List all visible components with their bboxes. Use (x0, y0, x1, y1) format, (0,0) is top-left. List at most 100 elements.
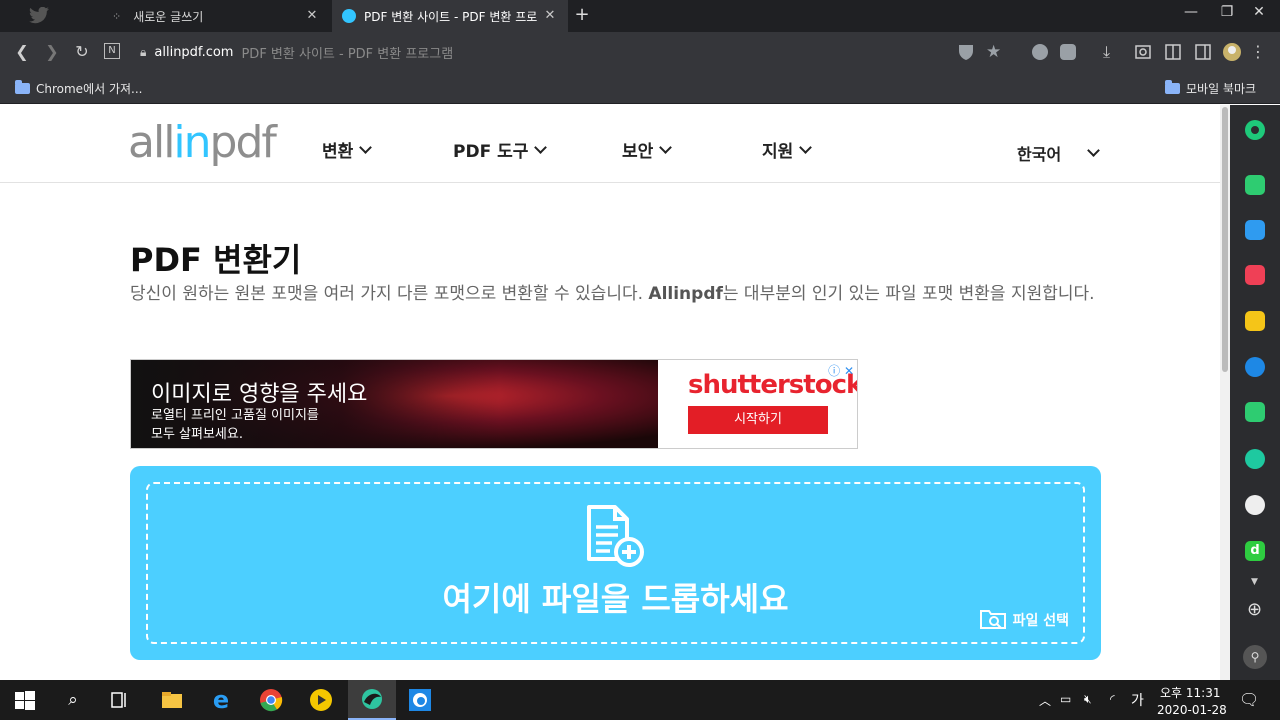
advertisement-banner[interactable]: 이미지로 영향을 주세요 로열티 프리인 고품질 이미지를모두 살펴보세요. s… (130, 359, 858, 449)
ad-subtext-line: 모두 살펴보세요. (151, 427, 243, 442)
tab-new-post[interactable]: ⁘ 새로운 글쓰기 ✕ (96, 0, 330, 32)
star-icon[interactable]: ★ (986, 42, 1006, 62)
bookmark-folder-chrome[interactable]: Chrome에서 가져... (15, 80, 143, 97)
back-button[interactable]: ❮ (11, 41, 33, 63)
clock-time[interactable]: 오후 11:31 (1160, 684, 1220, 701)
chrome-icon[interactable] (259, 688, 283, 712)
minimize-button[interactable]: — (1176, 4, 1206, 20)
address-bar[interactable]: 🔒︎ allinpdf.com PDF 변환 사이트 - PDF 변환 프로그램 (140, 40, 453, 64)
search-icon[interactable]: ⌕ (61, 688, 85, 712)
allinpdf-favicon-icon (342, 9, 356, 23)
tab-allinpdf[interactable]: PDF 변환 사이트 - PDF 변환 프로 ✕ (332, 0, 568, 32)
page-title: PDF 변환기 (130, 241, 302, 279)
character-icon[interactable] (1245, 495, 1265, 515)
play-icon[interactable] (1245, 449, 1265, 469)
calendar-icon[interactable] (1245, 220, 1265, 240)
chevron-down-icon (659, 140, 673, 154)
add-file-icon (585, 503, 647, 569)
bookmark-folder-mobile[interactable]: 모바일 북마크 (1165, 80, 1256, 97)
forward-button[interactable]: ❯ (41, 41, 63, 63)
scrollbar-thumb[interactable] (1222, 107, 1228, 372)
dict-icon[interactable]: d (1245, 541, 1265, 561)
memo-icon[interactable] (1245, 402, 1265, 422)
close-window-button[interactable]: ✕ (1244, 4, 1274, 20)
chevron-down-icon (534, 140, 548, 154)
nav-label: 지원 (762, 142, 794, 162)
windows-taskbar: ⌕ e ︿ ▭ 🔇︎ ◜ 가 오후 11:31 2020-01-28 🗨︎ (0, 680, 1280, 720)
ime-indicator[interactable]: 가 (1131, 690, 1144, 710)
browser-toolbar: ❮ ❯ ↻ N 🔒︎ allinpdf.com PDF 변환 사이트 - PDF… (0, 32, 1280, 72)
pin-icon[interactable]: ⚲ (1243, 645, 1267, 669)
file-select-button[interactable]: 파일 선택 (979, 606, 1069, 634)
whale-browser-icon (362, 689, 382, 709)
ad-brand-panel: shutterstock 시작하기 ⓘ ✕ (658, 360, 857, 448)
wifi-icon[interactable]: ◜ (1110, 692, 1115, 706)
tab-strip: ⁘ 새로운 글쓰기 ✕ PDF 변환 사이트 - PDF 변환 프로 ✕ + —… (0, 0, 1280, 32)
reader-icon[interactable] (1163, 42, 1183, 62)
ad-headline: 이미지로 영향을 주세요 (151, 382, 368, 407)
allinpdf-logo[interactable]: allinpdf (128, 117, 277, 168)
pocket-icon[interactable] (1245, 265, 1265, 285)
ad-start-button[interactable]: 시작하기 (688, 406, 828, 434)
share-icon[interactable] (1030, 42, 1050, 62)
ad-subtext: 로열티 프리인 고품질 이미지를모두 살펴보세요. (151, 406, 319, 444)
windows-start-icon[interactable] (13, 688, 37, 712)
description-text: 는 대부분의 인기 있는 파일 포맷 변환을 지원합니다. (722, 284, 1095, 304)
language-select[interactable]: 한국어 (1017, 141, 1101, 165)
dropzone-text: 여기에 파일을 드롭하세요 (442, 580, 789, 618)
nav-convert[interactable]: 변환 (322, 137, 373, 162)
description-text: 당신이 원하는 원본 포맷을 여러 가지 다른 포맷으로 변환할 수 있습니다. (130, 284, 649, 304)
whale-icon[interactable] (1245, 120, 1265, 140)
page-title-text: PDF 변환 사이트 - PDF 변환 프로그램 (241, 46, 454, 62)
nav-support[interactable]: 지원 (762, 137, 813, 162)
tray-up-arrow[interactable]: ︿ (1039, 692, 1051, 709)
extension-icon[interactable] (1058, 42, 1078, 62)
page-scrollbar[interactable] (1220, 105, 1230, 680)
ad-subtext-line: 로열티 프리인 고품질 이미지를 (151, 408, 319, 423)
edge-icon[interactable] (408, 688, 432, 712)
logo-text: in (173, 117, 211, 168)
chevron-down-icon (1087, 144, 1101, 157)
internet-explorer-icon[interactable]: e (209, 688, 233, 712)
nav-label: 보안 (622, 142, 654, 162)
bookmark-star-icon[interactable] (1245, 311, 1265, 331)
restore-button[interactable]: ❐ (1212, 4, 1242, 20)
tistory-icon: ⁘ (112, 9, 122, 23)
close-icon[interactable]: ✕ (542, 8, 558, 23)
browser-sidebar: d ▼ ⊕ ⚲ (1230, 105, 1280, 680)
whale-taskbar-active[interactable] (348, 680, 396, 720)
twitter-icon[interactable] (28, 6, 50, 25)
logo-text: all (128, 117, 175, 168)
task-view-icon[interactable] (108, 688, 132, 712)
bell-icon[interactable] (1245, 175, 1265, 195)
clock-date[interactable]: 2020-01-28 (1157, 703, 1227, 717)
ad-close-icon[interactable]: ⓘ ✕ (828, 362, 854, 379)
sidebar-toggle-icon[interactable] (1193, 42, 1213, 62)
bookmarks-bar: Chrome에서 가져... 모바일 북마크 (0, 72, 1280, 104)
menu-icon[interactable]: ⋮ (1250, 42, 1270, 62)
nav-pdf-tools[interactable]: PDF 도구 (453, 137, 548, 162)
nav-security[interactable]: 보안 (622, 137, 673, 162)
bookmark-label: Chrome에서 가져... (36, 82, 143, 96)
folder-search-icon (979, 606, 1009, 634)
battery-icon[interactable]: ▭ (1060, 692, 1071, 706)
expand-icon[interactable]: ▼ (1251, 577, 1258, 587)
download-icon[interactable]: ⤓ (1103, 42, 1123, 62)
naver-icon[interactable]: N (104, 43, 120, 59)
close-icon[interactable]: ✕ (304, 8, 320, 23)
chevron-down-icon (359, 140, 373, 154)
bookmark-label: 모바일 북마크 (1186, 82, 1257, 96)
folder-icon (1165, 80, 1180, 94)
translate-icon[interactable] (1245, 357, 1265, 377)
add-sidebar-app-button[interactable]: ⊕ (1247, 599, 1262, 620)
volume-icon[interactable]: 🔇︎ (1084, 692, 1092, 707)
new-tab-button[interactable]: + (572, 4, 592, 25)
notifications-icon[interactable]: 🗨︎ (1239, 690, 1259, 709)
media-player-icon[interactable] (309, 688, 333, 712)
file-dropzone[interactable]: 여기에 파일을 드롭하세요 파일 선택 (130, 466, 1101, 660)
screenshot-icon[interactable] (1133, 42, 1153, 62)
file-explorer-icon[interactable] (160, 688, 184, 712)
shield-icon[interactable] (956, 42, 976, 62)
profile-avatar[interactable] (1222, 42, 1242, 62)
reload-button[interactable]: ↻ (71, 41, 93, 63)
